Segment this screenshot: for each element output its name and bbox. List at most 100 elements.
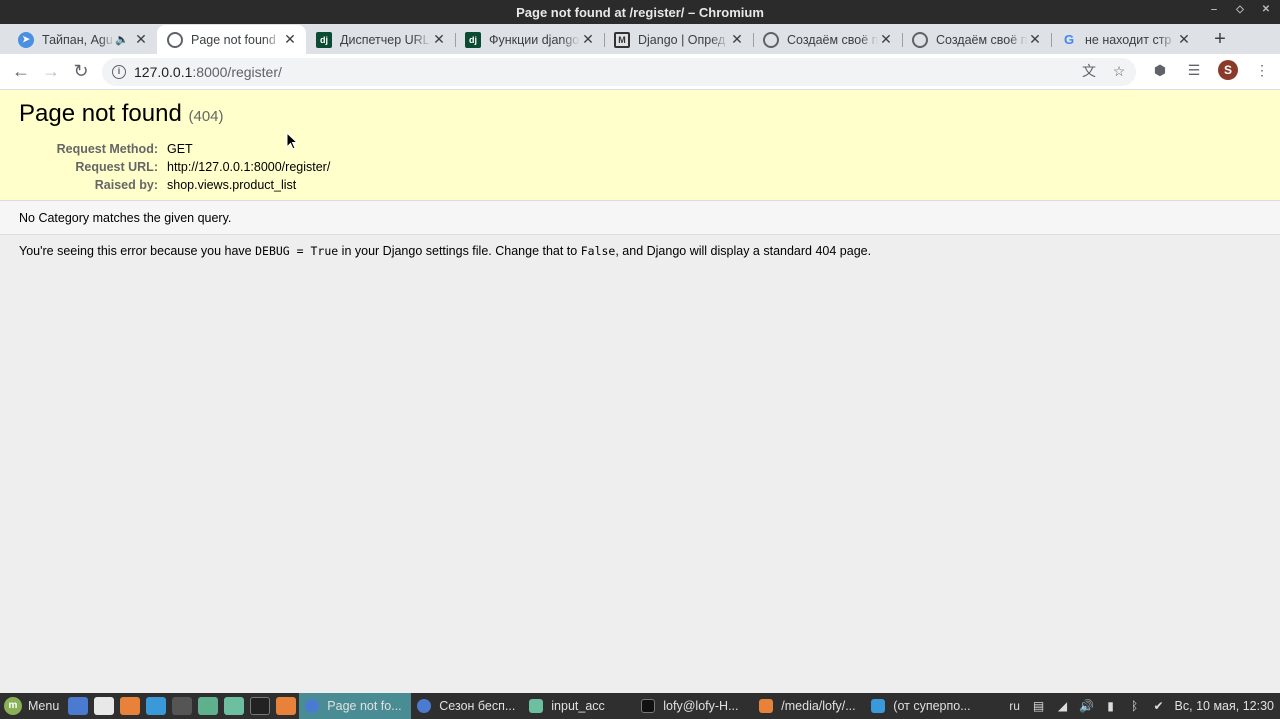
tab-django-functions[interactable]: dj Функции django ✕ bbox=[455, 25, 604, 54]
error-summary: Page not found (404) Request Method: GET… bbox=[0, 90, 1280, 201]
tab-page-not-found[interactable]: Page not found ✕ bbox=[157, 25, 306, 54]
window-titlebar: Page not found at /register/ – Chromium … bbox=[0, 0, 1280, 24]
folder-launcher-icon[interactable] bbox=[198, 697, 219, 715]
telegram-icon bbox=[871, 699, 886, 713]
explanation-part3: , and Django will display a standard 404… bbox=[615, 244, 872, 258]
task-label: Page not fo... bbox=[327, 699, 402, 713]
debug-explanation: You're seeing this error because you hav… bbox=[0, 235, 1280, 267]
meta-value: shop.views.product_list bbox=[167, 178, 297, 192]
tab-google-search[interactable]: G не находит стр ✕ bbox=[1051, 25, 1200, 54]
error-message-text: No Category matches the given query. bbox=[19, 211, 232, 225]
info-icon[interactable]: i bbox=[112, 65, 126, 79]
folder-icon bbox=[529, 699, 544, 713]
tab-create-own-1[interactable]: Создаём своё п ✕ bbox=[753, 25, 902, 54]
telegram-launcher-icon[interactable] bbox=[146, 697, 167, 715]
shield-icon[interactable]: ✔ bbox=[1151, 698, 1167, 714]
task-chromium-page-not-found[interactable]: Page not fo... bbox=[299, 693, 412, 719]
page-title-text: Page not found bbox=[19, 100, 182, 127]
files-launcher-icon[interactable] bbox=[94, 697, 115, 715]
extensions-icon[interactable]: ⬢ bbox=[1150, 60, 1170, 80]
menu-label: Menu bbox=[28, 699, 60, 713]
globe-icon bbox=[763, 31, 779, 48]
tab-telegram[interactable]: ➤ Тайпан, Agu 🔈 ✕ bbox=[8, 25, 157, 54]
tab-close-icon[interactable]: ✕ bbox=[431, 31, 447, 48]
address-bar[interactable]: i 127.0.0.1:8000/register/ 文 ☆ bbox=[102, 58, 1136, 86]
tab-label: Создаём своё п bbox=[787, 32, 878, 47]
firefox2-launcher-icon[interactable] bbox=[276, 697, 297, 715]
meta-value: http://127.0.0.1:8000/register/ bbox=[167, 160, 331, 174]
forward-button[interactable]: → bbox=[36, 57, 66, 87]
tab-close-icon[interactable]: ✕ bbox=[729, 31, 745, 48]
task-label: (от суперпо... bbox=[893, 699, 971, 713]
tab-label: Page not found bbox=[191, 32, 276, 47]
address-url[interactable]: 127.0.0.1:8000/register/ bbox=[134, 64, 282, 80]
task-chromium-2[interactable]: Сезон бесп... bbox=[411, 693, 523, 719]
meta-row: Raised by: shop.views.product_list bbox=[19, 176, 1261, 194]
translate-icon[interactable]: 文 bbox=[1080, 62, 1098, 80]
mouse-cursor-icon bbox=[286, 132, 298, 150]
tab-mdn-django[interactable]: M Django | Опред ✕ bbox=[604, 25, 753, 54]
close-icon[interactable]: ✕ bbox=[1260, 4, 1272, 16]
tab-close-icon[interactable]: ✕ bbox=[1027, 31, 1043, 48]
tab-label: Django | Опред bbox=[638, 32, 726, 47]
task-terminal[interactable]: lofy@lofy-H... bbox=[635, 693, 753, 719]
arrow-left-icon: ← bbox=[12, 61, 30, 81]
tab-close-icon[interactable]: ✕ bbox=[1176, 31, 1192, 48]
minimize-icon[interactable]: ‒ bbox=[1208, 4, 1220, 16]
firefox-launcher-icon[interactable] bbox=[120, 697, 141, 715]
meta-key: Raised by: bbox=[94, 178, 158, 192]
tab-label: Функции django bbox=[489, 32, 580, 47]
tab-create-own-2[interactable]: Создаём своё п ✕ bbox=[902, 25, 1051, 54]
battery-icon[interactable]: ▮ bbox=[1103, 698, 1119, 714]
tab-url-dispatcher[interactable]: dj Диспетчер URL ✕ bbox=[306, 25, 455, 54]
telegram-icon: ➤ bbox=[18, 31, 34, 48]
reload-button[interactable]: ↻ bbox=[66, 57, 96, 87]
tab-close-icon[interactable]: ✕ bbox=[878, 31, 894, 48]
menu-kebab-icon[interactable]: ⋮ bbox=[1252, 60, 1272, 80]
explanation-code1: DEBUG = True bbox=[255, 244, 339, 258]
request-meta: Request Method: GET Request URL: http://… bbox=[19, 140, 1261, 194]
tab-label: не находит стр bbox=[1085, 32, 1172, 47]
media-controls-icon[interactable]: ☰ bbox=[1184, 60, 1204, 80]
explanation-code2: False bbox=[580, 244, 616, 258]
tab-close-icon[interactable]: ✕ bbox=[580, 31, 596, 48]
meta-value: GET bbox=[167, 142, 193, 156]
chromium-icon bbox=[305, 699, 320, 713]
speaker-icon[interactable]: 🔈 bbox=[115, 33, 129, 46]
window-title: Page not found at /register/ – Chromium bbox=[516, 4, 764, 20]
url-path: :8000/register/ bbox=[192, 64, 282, 80]
task-telegram[interactable]: (от суперпо... bbox=[865, 693, 977, 719]
chromium-launcher-icon[interactable] bbox=[68, 697, 89, 715]
clock[interactable]: Вс, 10 мая, 12:30 bbox=[1175, 699, 1274, 713]
network-icon[interactable]: ◢ bbox=[1055, 698, 1071, 714]
google-icon: G bbox=[1063, 32, 1075, 47]
profile-avatar[interactable]: S bbox=[1218, 60, 1238, 80]
sublime-launcher-icon[interactable] bbox=[172, 697, 193, 715]
page-title: Page not found (404) bbox=[19, 100, 1261, 128]
django-icon: dj bbox=[316, 31, 332, 48]
folder2-launcher-icon[interactable] bbox=[224, 697, 245, 715]
task-sublime[interactable]: /media/lofy/... bbox=[753, 693, 865, 719]
start-menu-button[interactable]: m Menu bbox=[0, 693, 65, 719]
task-folder[interactable]: input_acc bbox=[523, 693, 635, 719]
meta-key: Request Method: bbox=[56, 142, 158, 156]
back-button[interactable]: ← bbox=[6, 57, 36, 87]
tab-close-icon[interactable]: ✕ bbox=[133, 31, 149, 48]
new-tab-button[interactable]: + bbox=[1206, 25, 1234, 53]
sublime-icon bbox=[759, 699, 774, 713]
chromium-icon bbox=[417, 699, 432, 713]
meta-row: Request URL: http://127.0.0.1:8000/regis… bbox=[19, 158, 1261, 176]
terminal-launcher-icon[interactable] bbox=[250, 697, 271, 715]
printer-icon[interactable]: ▤ bbox=[1031, 698, 1047, 714]
tab-close-icon[interactable]: ✕ bbox=[282, 31, 298, 48]
bluetooth-icon[interactable]: ᛒ bbox=[1127, 698, 1143, 714]
volume-icon[interactable]: 🔊 bbox=[1079, 698, 1095, 714]
browser-toolbar: ← → ↻ i 127.0.0.1:8000/register/ 文 ☆ ⬢ ☰… bbox=[0, 54, 1280, 90]
tab-label: Тайпан, Agu bbox=[42, 32, 113, 47]
tab-label: Диспетчер URL bbox=[340, 32, 430, 47]
tab-strip: ➤ Тайпан, Agu 🔈 ✕ Page not found ✕ dj Ди… bbox=[0, 24, 1280, 54]
task-label: Сезон бесп... bbox=[439, 699, 516, 713]
maximize-icon[interactable]: ◇ bbox=[1234, 4, 1246, 16]
bookmark-star-icon[interactable]: ☆ bbox=[1110, 62, 1128, 80]
lang-indicator[interactable]: ru bbox=[1007, 698, 1023, 714]
